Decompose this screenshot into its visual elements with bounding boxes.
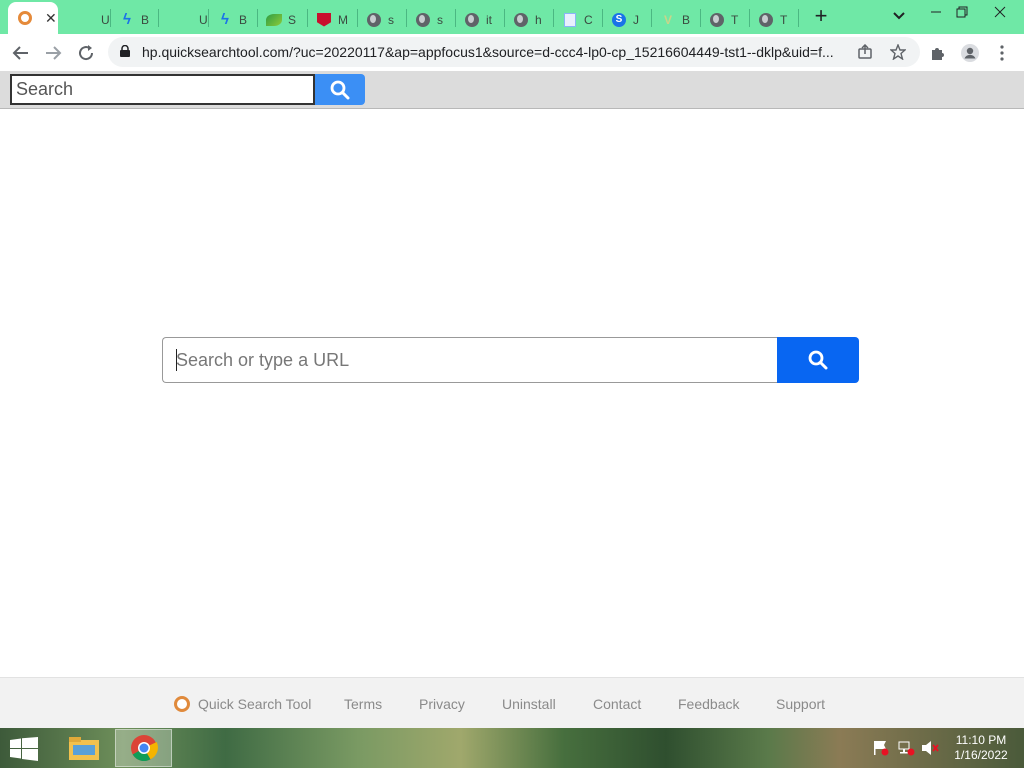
tab-9[interactable]: s [406, 5, 455, 34]
close-tab-icon[interactable]: ✕ [45, 10, 57, 27]
quicksearch-logo-icon [174, 696, 190, 712]
s-icon: S [611, 12, 627, 28]
main-search-box [162, 337, 859, 383]
top-search-input[interactable] [10, 74, 315, 105]
globe-icon [415, 12, 431, 28]
windows-taskbar: 11:10 PM 1/16/2022 [0, 728, 1024, 768]
top-search-button[interactable] [315, 74, 365, 105]
tab-title: B [682, 12, 691, 27]
footer-link-support[interactable]: Support [776, 696, 825, 712]
text-caret [176, 349, 177, 371]
tab-7[interactable]: M [307, 5, 357, 34]
restore-button[interactable] [946, 0, 978, 24]
tab-16[interactable]: T [749, 5, 798, 34]
close-window-button[interactable] [984, 0, 1016, 24]
page-top-search-bar [0, 71, 1024, 109]
reload-icon[interactable] [73, 40, 99, 66]
bolt-icon: ϟ [221, 10, 229, 28]
lock-icon[interactable] [120, 45, 130, 57]
footer-link-uninstall[interactable]: Uninstall [502, 696, 556, 712]
network-icon[interactable] [897, 740, 915, 756]
url-text[interactable]: hp.quicksearchtool.com/?uc=20220117&ap=a… [142, 44, 842, 60]
mcafee-icon [316, 12, 332, 28]
tab-5[interactable]: ϟ B [208, 5, 256, 34]
tab-title: B [141, 12, 150, 27]
tab-title: T [780, 12, 788, 27]
v-icon: V [663, 12, 672, 27]
windows-start-icon[interactable] [10, 737, 38, 761]
tab-strip: ✕ U ϟ B U ϟ B S M s s it h C S J V B T T… [0, 0, 1024, 34]
tab-title: it [486, 12, 492, 27]
file-explorer-icon[interactable] [55, 729, 112, 767]
page-footer: Quick Search Tool Terms Privacy Uninstal… [0, 677, 1024, 728]
blank-icon [177, 12, 193, 28]
action-center-flag-icon[interactable] [872, 740, 890, 756]
search-icon [808, 350, 828, 370]
tab-14[interactable]: V B [651, 5, 700, 34]
globe-icon [758, 12, 774, 28]
main-search-button[interactable] [777, 337, 859, 383]
tab-15[interactable]: T [700, 5, 749, 34]
doc-icon [562, 12, 578, 28]
back-arrow-icon[interactable] [8, 40, 34, 66]
tab-title: C [584, 12, 593, 27]
profile-avatar-icon[interactable] [957, 40, 983, 66]
chrome-taskbar-icon[interactable] [115, 729, 172, 767]
tab-10[interactable]: it [455, 5, 504, 34]
bolt-icon: ϟ [123, 10, 131, 28]
forward-arrow-icon[interactable] [40, 40, 66, 66]
clock-date: 1/16/2022 [954, 748, 1008, 762]
tab-4[interactable]: U [168, 5, 208, 34]
tab-title: h [535, 12, 542, 27]
globe-icon [513, 12, 529, 28]
tab-title: s [437, 12, 443, 27]
search-icon [330, 80, 350, 99]
footer-link-terms[interactable]: Terms [344, 696, 382, 712]
tab-11[interactable]: h [504, 5, 553, 34]
globe-icon [464, 12, 480, 28]
tab-12[interactable]: C [553, 5, 602, 34]
footer-link-privacy[interactable]: Privacy [419, 696, 465, 712]
blank-icon [79, 12, 95, 28]
address-bar[interactable]: hp.quicksearchtool.com/?uc=20220117&ap=a… [108, 37, 920, 67]
leaf-icon [266, 12, 282, 28]
system-clock[interactable]: 11:10 PM 1/16/2022 [944, 733, 1018, 763]
footer-link-contact[interactable]: Contact [593, 696, 641, 712]
quicksearch-icon [17, 10, 33, 26]
tab-title: s [388, 12, 394, 27]
menu-kebab-icon[interactable] [989, 40, 1015, 66]
tab-6[interactable]: S [257, 5, 307, 34]
browser-toolbar: hp.quicksearchtool.com/?uc=20220117&ap=a… [0, 34, 1024, 71]
globe-icon [366, 12, 382, 28]
tab-quick-search-tool[interactable]: ✕ [8, 2, 58, 34]
tab-title: U [101, 12, 110, 27]
new-tab-button[interactable]: + [808, 4, 834, 30]
footer-brand[interactable]: Quick Search Tool [198, 696, 311, 712]
tab-title: B [239, 12, 248, 27]
tab-title: T [731, 12, 739, 27]
tab-2[interactable]: U [70, 5, 110, 34]
tab-title: S [288, 12, 297, 27]
star-bookmark-icon[interactable] [888, 42, 908, 62]
extensions-puzzle-icon[interactable] [925, 40, 951, 66]
share-icon[interactable] [855, 42, 875, 62]
tab-3[interactable]: ϟ B [110, 5, 158, 34]
tab-search-chevron-icon[interactable] [888, 5, 910, 27]
tab-title: M [338, 12, 348, 27]
main-search-input[interactable] [162, 337, 778, 383]
tab-title: U [199, 12, 208, 27]
clock-time: 11:10 PM [955, 733, 1007, 747]
tab-title: J [633, 12, 639, 27]
volume-muted-icon[interactable] [921, 740, 939, 756]
globe-icon [709, 12, 725, 28]
tab-8[interactable]: s [357, 5, 406, 34]
tab-13[interactable]: S J [602, 5, 651, 34]
footer-link-feedback[interactable]: Feedback [678, 696, 739, 712]
